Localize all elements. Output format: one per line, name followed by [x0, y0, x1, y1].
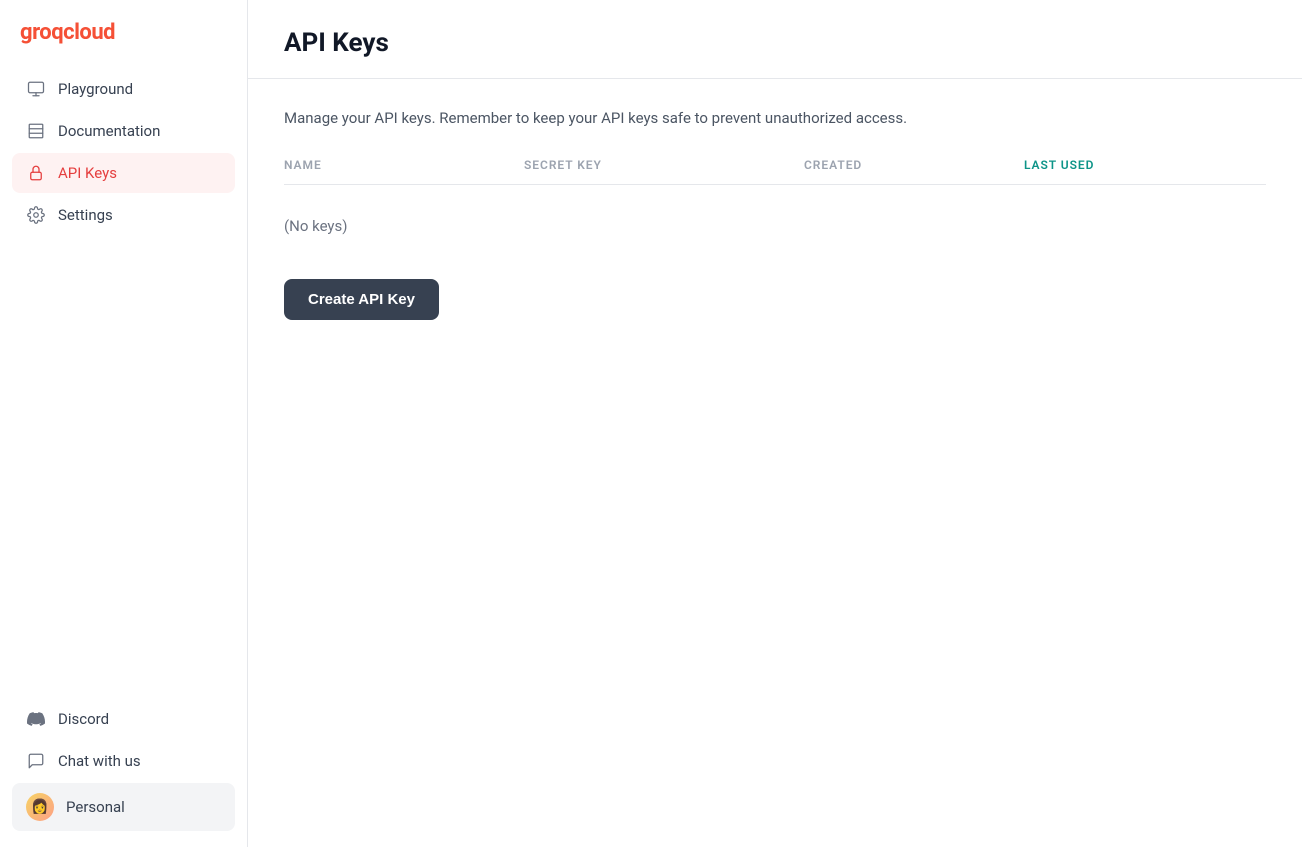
- logo: groqcloud: [20, 20, 227, 45]
- sidebar-bottom: Discord Chat with us 👩 Personal: [0, 687, 247, 847]
- col-header-name: NAME: [284, 158, 524, 172]
- sidebar-item-chat[interactable]: Chat with us: [12, 741, 235, 781]
- col-header-last-used: LAST USED: [1024, 158, 1224, 172]
- description-text: Manage your API keys. Remember to keep y…: [284, 107, 1266, 130]
- sidebar-item-chat-label: Chat with us: [58, 752, 141, 770]
- col-header-created: CREATED: [804, 158, 1024, 172]
- sidebar-item-discord-label: Discord: [58, 710, 109, 728]
- sidebar-item-settings-label: Settings: [58, 206, 113, 224]
- sidebar-nav: Playground Documentation API Keys Settin…: [0, 69, 247, 687]
- page-header: API Keys: [248, 0, 1302, 79]
- book-icon: [26, 121, 46, 141]
- avatar-emoji: 👩: [31, 799, 48, 815]
- avatar: 👩: [26, 793, 54, 821]
- sidebar-item-discord[interactable]: Discord: [12, 699, 235, 739]
- no-keys-message: (No keys): [284, 201, 1266, 251]
- lock-icon: [26, 163, 46, 183]
- discord-icon: [26, 709, 46, 729]
- page-body: Manage your API keys. Remember to keep y…: [248, 79, 1302, 348]
- monitor-icon: [26, 79, 46, 99]
- main-content: API Keys Manage your API keys. Remember …: [248, 0, 1302, 847]
- logo-area: groqcloud: [0, 0, 247, 69]
- user-profile-item[interactable]: 👩 Personal: [12, 783, 235, 831]
- sidebar-item-playground-label: Playground: [58, 80, 133, 98]
- table-header: NAME SECRET KEY CREATED LAST USED: [284, 158, 1266, 185]
- create-api-key-button[interactable]: Create API Key: [284, 279, 439, 320]
- sidebar-item-settings[interactable]: Settings: [12, 195, 235, 235]
- sidebar-item-api-keys-label: API Keys: [58, 164, 117, 182]
- sidebar-item-api-keys[interactable]: API Keys: [12, 153, 235, 193]
- sidebar-item-playground[interactable]: Playground: [12, 69, 235, 109]
- chat-icon: [26, 751, 46, 771]
- page-title: API Keys: [284, 28, 1266, 58]
- logo-suffix: cloud: [63, 20, 115, 45]
- sidebar-item-documentation[interactable]: Documentation: [12, 111, 235, 151]
- sidebar: groqcloud Playground Documentation API K…: [0, 0, 248, 847]
- logo-prefix: groq: [20, 20, 63, 45]
- user-label: Personal: [66, 798, 125, 816]
- col-header-secret-key: SECRET KEY: [524, 158, 804, 172]
- gear-icon: [26, 205, 46, 225]
- sidebar-item-documentation-label: Documentation: [58, 122, 160, 140]
